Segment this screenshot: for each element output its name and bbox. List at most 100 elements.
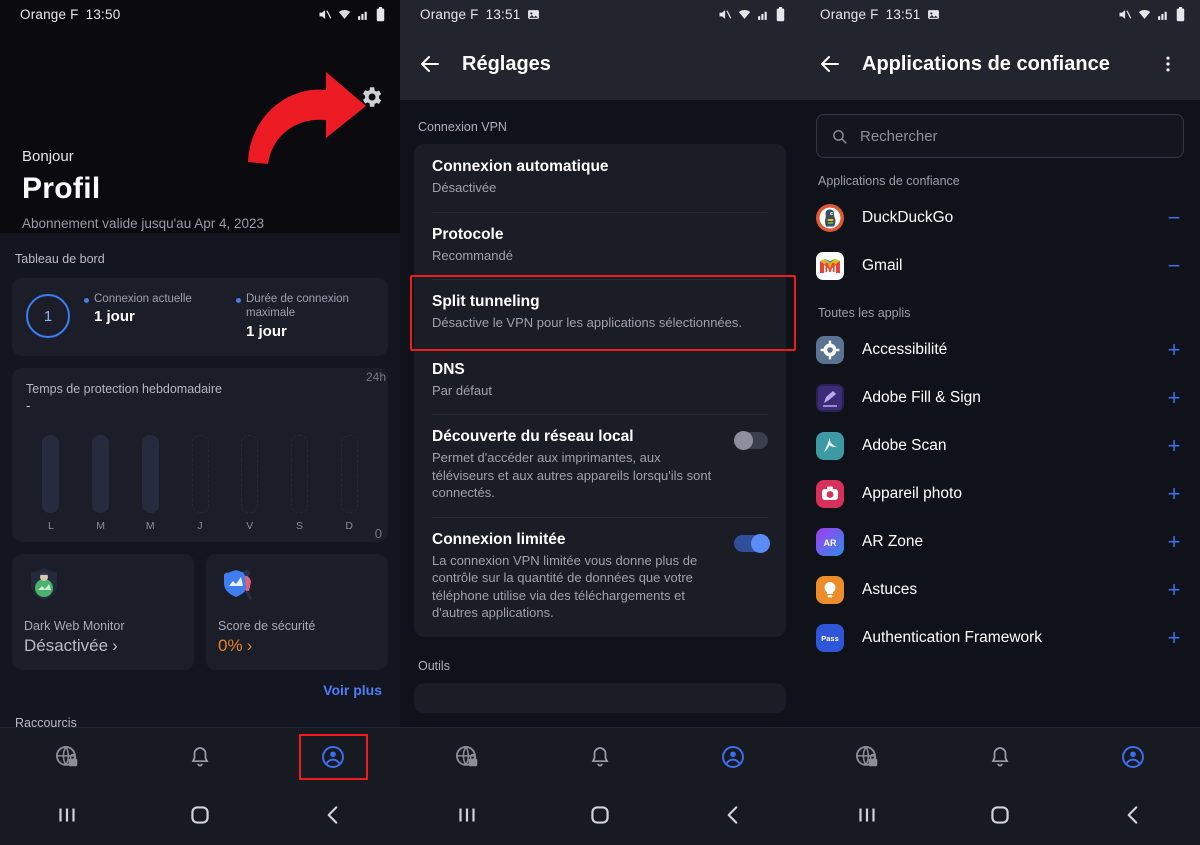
app-list-item[interactable]: Appareil photo + <box>816 470 1184 518</box>
tools-settings-card[interactable] <box>414 683 786 714</box>
add-app-button[interactable]: + <box>1164 579 1184 601</box>
home-button[interactable] <box>533 802 666 828</box>
settings-row-title: Split tunneling <box>432 293 540 311</box>
account-circle-icon <box>722 745 745 768</box>
app-list-item[interactable]: M Gmail − <box>816 242 1184 290</box>
recents-button[interactable] <box>400 802 533 828</box>
tools-group-label: Outils <box>418 659 450 674</box>
add-app-button[interactable]: + <box>1164 387 1184 409</box>
bar-label: D <box>345 519 353 532</box>
back-arrow-button[interactable] <box>416 50 444 78</box>
app-list-item[interactable]: Accessibilité + <box>816 326 1184 374</box>
nav-item-notifications[interactable] <box>933 745 1066 769</box>
status-bar: Orange F 13:51 <box>800 0 1200 28</box>
mute-icon <box>719 9 732 19</box>
bar-label: L <box>47 519 54 532</box>
settings-row[interactable]: Découverte du réseau local Permet d'accéd… <box>414 414 786 517</box>
dashboard-label: Tableau de bord <box>15 252 105 266</box>
home-button[interactable] <box>133 802 266 828</box>
bell-icon <box>191 746 209 766</box>
settings-row[interactable]: DNS Par défaut <box>414 347 786 415</box>
status-bar-right <box>717 6 786 22</box>
search-input[interactable]: Rechercher <box>816 114 1184 158</box>
back-arrow-button[interactable] <box>816 50 844 78</box>
nav-item-profile[interactable] <box>267 733 400 780</box>
settings-row[interactable]: Protocole Recommandé <box>414 211 786 280</box>
app-name: DuckDuckGo <box>862 209 954 226</box>
trusted-apps-rows: DuckDuckGo − M Gmail − <box>816 194 1184 290</box>
add-app-button[interactable]: + <box>1164 483 1184 505</box>
back-button[interactable] <box>1067 802 1200 828</box>
chevron-right-icon: › <box>246 635 253 655</box>
bar <box>42 434 60 513</box>
profile-header: Bonjour Profil Abonnement valide jusqu'a… <box>0 28 400 233</box>
nav-item-vpn[interactable] <box>800 744 933 770</box>
settings-row[interactable]: Connexion limitée La connexion VPN limité… <box>414 516 786 637</box>
app-bottom-nav <box>400 727 800 785</box>
chart-axis-max-label: 24h <box>365 369 386 384</box>
globe-lock-icon <box>55 745 77 766</box>
chart-value: - <box>26 397 31 413</box>
nav-item-profile[interactable] <box>1067 744 1200 770</box>
see-more-link[interactable]: Voir plus <box>12 682 388 698</box>
max-connection-stat: Durée de connexion maximale 1 jour <box>236 292 374 340</box>
settings-row[interactable]: Split tunneling Désactive le VPN pour les… <box>414 279 786 347</box>
home-button[interactable] <box>933 802 1066 828</box>
wifi-icon <box>1138 9 1151 19</box>
connection-card[interactable]: 1 Connexion actuelle 1 jour Durée de con… <box>12 278 388 356</box>
nav-item-profile[interactable] <box>667 744 800 770</box>
app-list-item[interactable]: Adobe Scan + <box>816 422 1184 470</box>
cellular-signal-icon <box>358 11 367 20</box>
dark-web-monitor-tile[interactable]: Dark Web Monitor Désactivée › <box>12 553 194 670</box>
subscription-status: Abonnement valide jusqu'au Apr 4, 2023 <box>22 216 265 231</box>
mute-icon <box>319 9 332 19</box>
status-bar-right <box>1117 6 1186 22</box>
authentication-framework-icon: Pass <box>816 624 844 652</box>
settings-screen: Orange F 13:51 Réglages Connexion VPN Co… <box>400 0 800 845</box>
nav-item-notifications[interactable] <box>133 745 266 769</box>
globe-lock-icon <box>455 745 477 766</box>
weekly-protection-chart-card[interactable]: Temps de protection hebdomadaire - L M M J V… <box>12 367 388 542</box>
feature-tiles: Dark Web Monitor Désactivée › Score de s… <box>12 553 388 670</box>
app-list-item[interactable]: AR AR Zone + <box>816 518 1184 566</box>
bullet-icon <box>84 298 89 303</box>
remove-app-button[interactable]: − <box>1164 255 1184 277</box>
trusted-apps-screen: Orange F 13:51 Applications de confiance <box>800 0 1200 845</box>
greeting-text: Bonjour <box>22 148 74 165</box>
add-app-button[interactable]: + <box>1164 531 1184 553</box>
back-icon <box>1127 806 1138 824</box>
app-list-item[interactable]: DuckDuckGo − <box>816 194 1184 242</box>
overflow-menu-button[interactable] <box>1154 50 1182 78</box>
dark-web-monitor-state: Désactivée <box>24 635 109 655</box>
add-app-button[interactable]: + <box>1164 627 1184 649</box>
app-list-item[interactable]: Astuces + <box>816 566 1184 614</box>
nav-item-vpn[interactable] <box>0 744 133 770</box>
back-button[interactable] <box>667 802 800 828</box>
recents-button[interactable] <box>800 802 933 828</box>
back-button[interactable] <box>267 802 400 828</box>
bar-label: V <box>246 519 254 532</box>
nav-item-notifications[interactable] <box>533 745 666 769</box>
security-score-tile[interactable]: Score de sécurité 0% › <box>206 553 388 670</box>
screenshot-icon <box>528 9 540 19</box>
nav-item-vpn[interactable] <box>400 744 533 770</box>
settings-row[interactable]: Connexion automatique Désactivée <box>414 144 786 212</box>
recents-button[interactable] <box>0 802 133 828</box>
app-name: Astuces <box>862 581 918 598</box>
current-connection-value: 1 jour <box>94 308 135 326</box>
back-icon <box>327 806 338 824</box>
svg-text:AR: AR <box>824 538 837 548</box>
settings-row-toggle[interactable] <box>734 533 770 553</box>
clock-label: 13:51 <box>885 6 921 22</box>
gear-icon[interactable] <box>358 84 384 110</box>
add-app-button[interactable]: + <box>1164 339 1184 361</box>
mute-icon <box>1119 9 1132 19</box>
status-bar-left: Orange F 13:51 <box>420 7 540 22</box>
settings-row-toggle[interactable] <box>734 431 768 451</box>
remove-app-button[interactable]: − <box>1164 207 1184 229</box>
search-area: Rechercher <box>800 100 1200 158</box>
add-app-button[interactable]: + <box>1164 435 1184 457</box>
app-list-item[interactable]: Pass Authentication Framework + <box>816 614 1184 662</box>
app-list-item[interactable]: Adobe Fill & Sign + <box>816 374 1184 422</box>
page-title: Profil <box>22 172 101 205</box>
